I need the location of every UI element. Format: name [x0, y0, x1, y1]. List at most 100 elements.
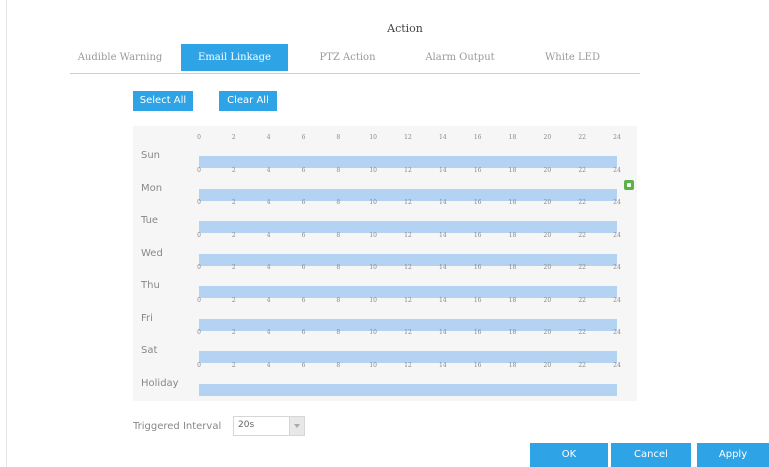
- hour-tick-label: 10: [369, 264, 377, 271]
- hour-tick-label: 22: [578, 199, 586, 206]
- hour-tick-label: 2: [231, 166, 236, 174]
- hour-tick-label: 4: [266, 134, 271, 141]
- hour-tick-label: 4: [266, 296, 271, 304]
- hour-tick-label: 14: [439, 134, 447, 141]
- hour-tick-label: 12: [404, 199, 412, 206]
- hour-tick-label: 20: [543, 296, 552, 304]
- schedule-bar[interactable]: [199, 383, 617, 396]
- hour-tick-label: 22: [578, 329, 586, 336]
- tab-ptz-action[interactable]: PTZ Action: [300, 44, 395, 71]
- save-icon[interactable]: [624, 180, 634, 190]
- hour-tick-label: 20: [543, 134, 552, 141]
- day-label: Sun: [141, 150, 161, 161]
- hour-tick-label: 14: [439, 296, 447, 304]
- hour-tick-label: 10: [369, 329, 377, 336]
- hour-tick-label: 18: [508, 329, 517, 336]
- hour-tick-label: 18: [508, 199, 517, 206]
- hour-tick-label: 24: [613, 231, 621, 239]
- chevron-down-icon[interactable]: [289, 417, 304, 435]
- hour-tick-label: 16: [473, 329, 482, 336]
- hour-tick-label: 14: [439, 199, 447, 206]
- hour-tick-label: 22: [578, 296, 586, 304]
- day-label: Mon: [141, 182, 163, 194]
- day-label: Fri: [141, 312, 153, 324]
- hour-tick-label: 0: [197, 231, 201, 239]
- hour-tick-label: 0: [197, 264, 201, 271]
- apply-button[interactable]: Apply: [697, 443, 769, 467]
- hour-tick-label: 6: [301, 361, 306, 369]
- hour-tick-label: 0: [197, 166, 201, 174]
- hour-tick-label: 8: [336, 361, 341, 369]
- hour-tick-label: 10: [369, 199, 377, 206]
- tab-alarm-output[interactable]: Alarm Output: [405, 44, 515, 71]
- hour-tick-label: 4: [266, 166, 271, 174]
- hour-tick-label: 6: [301, 166, 306, 174]
- day-label: Tue: [141, 215, 159, 226]
- hour-tick-label: 12: [404, 231, 412, 239]
- hour-tick-label: 6: [301, 329, 306, 336]
- hour-tick-label: 12: [404, 361, 412, 369]
- hour-tick-label: 24: [613, 264, 621, 271]
- hour-tick-label: 6: [301, 231, 306, 239]
- hour-tick-label: 20: [543, 329, 552, 336]
- hour-tick-label: 0: [197, 329, 201, 336]
- hour-tick-label: 24: [613, 199, 621, 206]
- hour-tick-label: 6: [301, 199, 306, 206]
- hour-tick-label: 8: [336, 329, 341, 336]
- hour-tick-label: 16: [473, 264, 482, 271]
- hour-tick-label: 20: [543, 361, 552, 369]
- hour-tick-label: 0: [197, 296, 201, 304]
- hour-tick-label: 18: [508, 166, 517, 174]
- hour-tick-label: 2: [231, 296, 236, 304]
- tab-audible-warning[interactable]: Audible Warning: [70, 44, 170, 71]
- hour-tick-label: 20: [543, 199, 552, 206]
- schedule-row-sat: Sat 0 2 4 6 8 10 12 14 16 18 20 22 24: [133, 329, 637, 363]
- tab-white-led[interactable]: White LED: [520, 44, 625, 71]
- hour-tick-label: 2: [231, 199, 236, 206]
- hour-tick-label: 14: [439, 329, 447, 336]
- hour-tick-label: 16: [473, 361, 482, 369]
- hour-tick-label: 12: [404, 264, 412, 271]
- schedule-row-wed: Wed 0 2 4 6 8 10 12 14 16 18 20 22 24: [133, 231, 637, 266]
- hour-tick-label: 24: [613, 296, 621, 304]
- hour-tick-label: 12: [404, 134, 412, 141]
- hour-tick-label: 16: [473, 166, 482, 174]
- hour-tick-label: 14: [439, 361, 447, 369]
- cancel-button[interactable]: Cancel: [611, 443, 691, 467]
- hour-tick-label: 8: [336, 264, 341, 271]
- hour-tick-label: 14: [439, 166, 447, 174]
- hour-tick-label: 8: [336, 296, 341, 304]
- hour-tick-label: 4: [266, 361, 271, 369]
- select-all-button[interactable]: Select All: [133, 91, 193, 111]
- tab-email-linkage[interactable]: Email Linkage: [181, 44, 288, 71]
- page-title: Action: [387, 22, 423, 35]
- hour-tick-label: 24: [613, 166, 621, 174]
- window-border: [6, 0, 7, 467]
- hour-tick-label: 16: [473, 199, 482, 206]
- hour-tick-label: 12: [404, 166, 412, 174]
- triggered-interval-value: 20s: [238, 420, 255, 430]
- hour-tick-label: 0: [197, 134, 201, 141]
- hour-tick-label: 24: [613, 329, 621, 336]
- hour-tick-label: 20: [543, 264, 552, 271]
- hour-tick-label: 4: [266, 264, 271, 271]
- clear-all-button[interactable]: Clear All: [219, 91, 277, 111]
- hour-tick-label: 4: [266, 231, 271, 239]
- hour-tick-label: 2: [231, 329, 236, 336]
- ok-button[interactable]: OK: [530, 443, 608, 467]
- hour-tick-label: 20: [543, 166, 552, 174]
- hour-tick-label: 8: [336, 231, 341, 239]
- hour-tick-label: 8: [336, 199, 341, 206]
- schedule-grid: Sun 0 2 4 6 8 10 12 14 16 18 20 22 24 Mon 0 2 4 6 8 10 12 14 16…: [133, 126, 637, 401]
- hour-tick-label: 10: [369, 166, 377, 174]
- hour-tick-label: 22: [578, 231, 586, 239]
- hour-tick-label: 18: [508, 264, 517, 271]
- hour-tick-label: 16: [473, 296, 482, 304]
- hour-tick-label: 0: [197, 199, 201, 206]
- hour-tick-label: 12: [404, 329, 412, 336]
- hour-tick-label: 16: [473, 134, 482, 141]
- triggered-interval-select[interactable]: 20s: [233, 416, 305, 436]
- hour-tick-label: 14: [439, 264, 447, 271]
- triggered-interval-label: Triggered Interval: [133, 421, 222, 432]
- hour-tick-label: 10: [369, 296, 377, 304]
